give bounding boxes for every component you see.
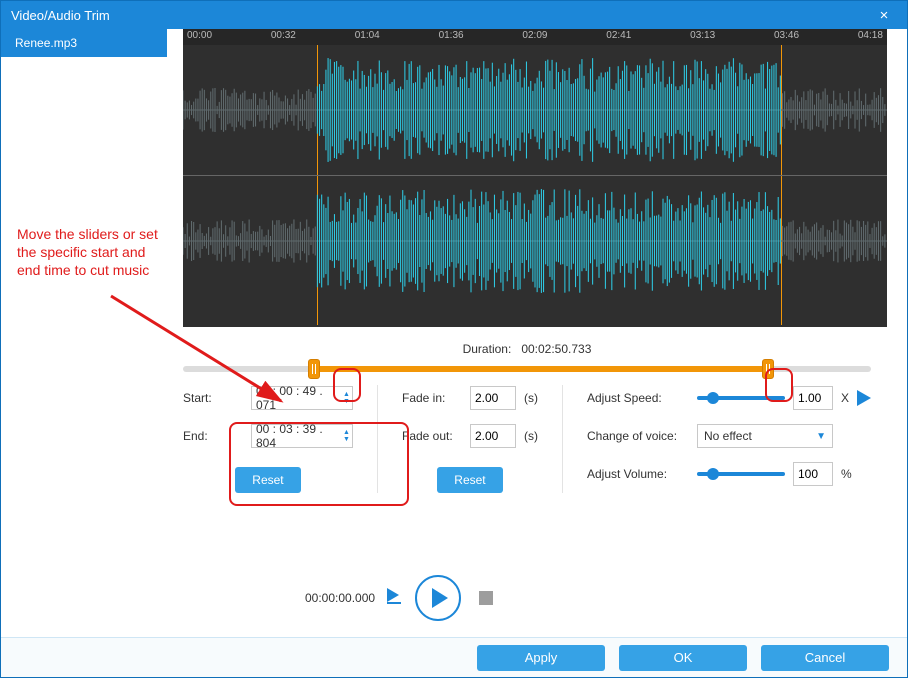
footer: Apply OK Cancel [1, 637, 907, 677]
fadein-label: Fade in: [402, 391, 462, 405]
speed-label: Adjust Speed: [587, 391, 689, 405]
apply-button[interactable]: Apply [477, 645, 605, 671]
fadeout-label: Fade out: [402, 429, 462, 443]
annotation-text: Move the sliders or setthe specific star… [17, 225, 158, 279]
playback-row: 00:00:00.000 [1, 575, 907, 621]
trim-selection [314, 366, 768, 372]
annotation-arrow-icon [101, 291, 301, 421]
playback-timecode: 00:00:00.000 [305, 591, 375, 605]
annotation-box-handle-end [765, 368, 793, 402]
trim-handle-start[interactable] [308, 359, 320, 379]
close-icon[interactable]: × [871, 7, 897, 24]
volume-unit: % [841, 467, 852, 481]
annotation-box-time [229, 422, 409, 506]
stop-button[interactable] [479, 591, 493, 605]
waveform-area [183, 45, 887, 325]
cancel-button[interactable]: Cancel [761, 645, 889, 671]
divider [562, 385, 563, 493]
trim-dialog: Video/Audio Trim × Renee.mp3 00:00 00:32… [0, 0, 908, 678]
fadein-unit: (s) [524, 391, 538, 405]
speed-unit: X [841, 391, 849, 405]
adjust-column: Adjust Speed: X Change of voice: No effe… [587, 385, 871, 493]
volume-label: Adjust Volume: [587, 467, 689, 481]
preview-speed-icon[interactable] [857, 390, 871, 406]
reset-fade-button[interactable]: Reset [437, 467, 503, 493]
fadeout-unit: (s) [524, 429, 538, 443]
voice-select[interactable]: No effect ▼ [697, 424, 833, 448]
waveform-left [183, 45, 887, 175]
time-ruler: 00:00 00:32 01:04 01:36 02:09 02:41 03:1… [183, 29, 887, 45]
ok-button[interactable]: OK [619, 645, 747, 671]
fadein-input[interactable] [470, 386, 516, 410]
chevron-down-icon: ▼ [816, 431, 826, 442]
window-title: Video/Audio Trim [11, 8, 110, 23]
voice-label: Change of voice: [587, 429, 689, 443]
play-button[interactable] [415, 575, 461, 621]
waveform-right [183, 175, 887, 305]
play-icon [432, 588, 448, 608]
annotation-box-handle-start [333, 368, 361, 402]
titlebar[interactable]: Video/Audio Trim × [1, 1, 907, 29]
mark-in-icon[interactable] [385, 586, 405, 610]
speed-input[interactable] [793, 386, 833, 410]
volume-input[interactable] [793, 462, 833, 486]
volume-slider[interactable] [697, 472, 785, 476]
fadeout-input[interactable] [470, 424, 516, 448]
fade-column: Fade in: (s) Fade out: (s) Reset [402, 385, 538, 493]
file-name: Renee.mp3 [15, 36, 77, 50]
waveform-timeline[interactable]: 00:00 00:32 01:04 01:36 02:09 02:41 03:1… [183, 29, 887, 327]
file-tab[interactable]: Renee.mp3 [1, 29, 167, 57]
